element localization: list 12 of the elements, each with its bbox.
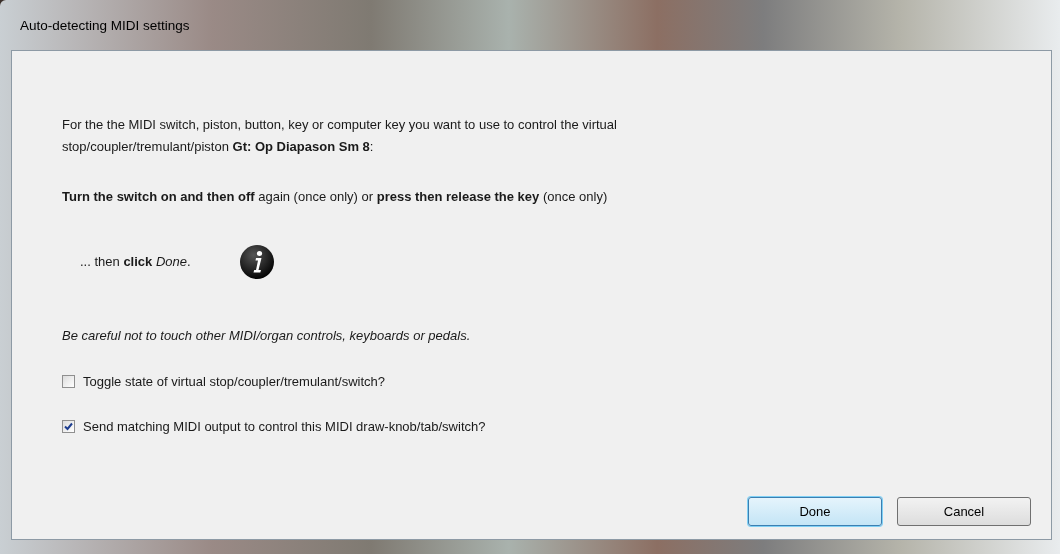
window-title: Auto-detecting MIDI settings [20, 16, 190, 35]
instruction-text: ... then click Done. [80, 253, 191, 271]
instruction-text: For the the MIDI switch, piston, button, key or computer key you want to use to control the virtual stop/coupler/tremulant/piston Gt: Op Diapason Sm 8: [62, 116, 618, 156]
info-icon [238, 244, 275, 280]
checkbox[interactable] [62, 419, 75, 433]
checkbox[interactable] [62, 375, 75, 389]
dialog-button[interactable]: Done [748, 497, 882, 526]
instruction-text: Turn the switch on and then off again (once only) or press then release the key (once only) [62, 188, 609, 206]
checkbox-label[interactable]: Toggle state of virtual stop/coupler/tremulant/switch? [83, 372, 386, 392]
checkbox-label[interactable]: Send matching MIDI output to control this MIDI draw-knob/tab/switch? [83, 416, 486, 436]
dialog-button[interactable]: Cancel [897, 497, 1031, 526]
warning-text: Be careful not to touch other MIDI/organ controls, keyboards or pedals. [62, 327, 472, 345]
